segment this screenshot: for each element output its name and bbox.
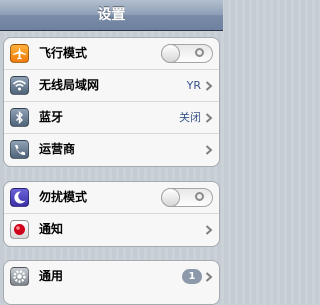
settings-row-wifi[interactable]: 无线局域网 YR bbox=[4, 70, 219, 102]
toggle-off-indicator bbox=[195, 48, 204, 57]
chevron-right-icon bbox=[205, 145, 213, 155]
bluetooth-icon bbox=[10, 108, 29, 127]
settings-row-bluetooth[interactable]: 蓝牙 关闭 bbox=[4, 102, 219, 134]
chevron-right-icon bbox=[205, 113, 213, 123]
chevron-right-icon bbox=[205, 225, 213, 235]
bluetooth-value: 关闭 bbox=[179, 111, 201, 124]
wifi-value: YR bbox=[186, 79, 201, 92]
settings-row-carrier[interactable]: 运营商 bbox=[4, 134, 219, 166]
general-label: 通用 bbox=[39, 269, 64, 283]
gear-icon bbox=[10, 267, 29, 286]
chevron-right-icon bbox=[205, 272, 213, 282]
carrier-icon bbox=[10, 140, 29, 159]
settings-row-notifications[interactable]: 通知 bbox=[4, 214, 219, 246]
update-count-badge: 1 bbox=[182, 269, 202, 284]
navigation-bar: 设置 bbox=[0, 0, 223, 31]
page-title: 设置 bbox=[97, 7, 126, 23]
settings-row-general[interactable]: 通用 1 bbox=[4, 261, 219, 293]
settings-row-airplane-mode: 飞行模式 bbox=[4, 38, 219, 70]
toggle-off-indicator bbox=[195, 192, 204, 201]
airplane-mode-label: 飞行模式 bbox=[39, 46, 88, 60]
chevron-right-icon bbox=[205, 81, 213, 91]
notification-icon bbox=[10, 220, 29, 239]
wifi-icon bbox=[10, 76, 29, 95]
toggle-knob bbox=[161, 44, 180, 63]
notifications-label: 通知 bbox=[39, 222, 64, 236]
settings-group-notifications: 勿扰模式 通知 bbox=[3, 181, 220, 247]
moon-icon bbox=[10, 188, 29, 207]
airplane-icon bbox=[10, 44, 29, 63]
airplane-mode-toggle[interactable] bbox=[161, 44, 213, 63]
bluetooth-label: 蓝牙 bbox=[39, 110, 64, 124]
toggle-knob bbox=[161, 188, 180, 207]
wifi-label: 无线局域网 bbox=[39, 78, 100, 92]
do-not-disturb-toggle[interactable] bbox=[161, 188, 213, 207]
do-not-disturb-label: 勿扰模式 bbox=[39, 190, 88, 204]
carrier-label: 运营商 bbox=[39, 142, 76, 156]
settings-row-do-not-disturb: 勿扰模式 bbox=[4, 182, 219, 214]
settings-group-connectivity: 飞行模式 无线局域网 YR 蓝牙 关闭 运营商 bbox=[3, 37, 220, 167]
settings-group-general: 通用 1 bbox=[3, 260, 220, 305]
